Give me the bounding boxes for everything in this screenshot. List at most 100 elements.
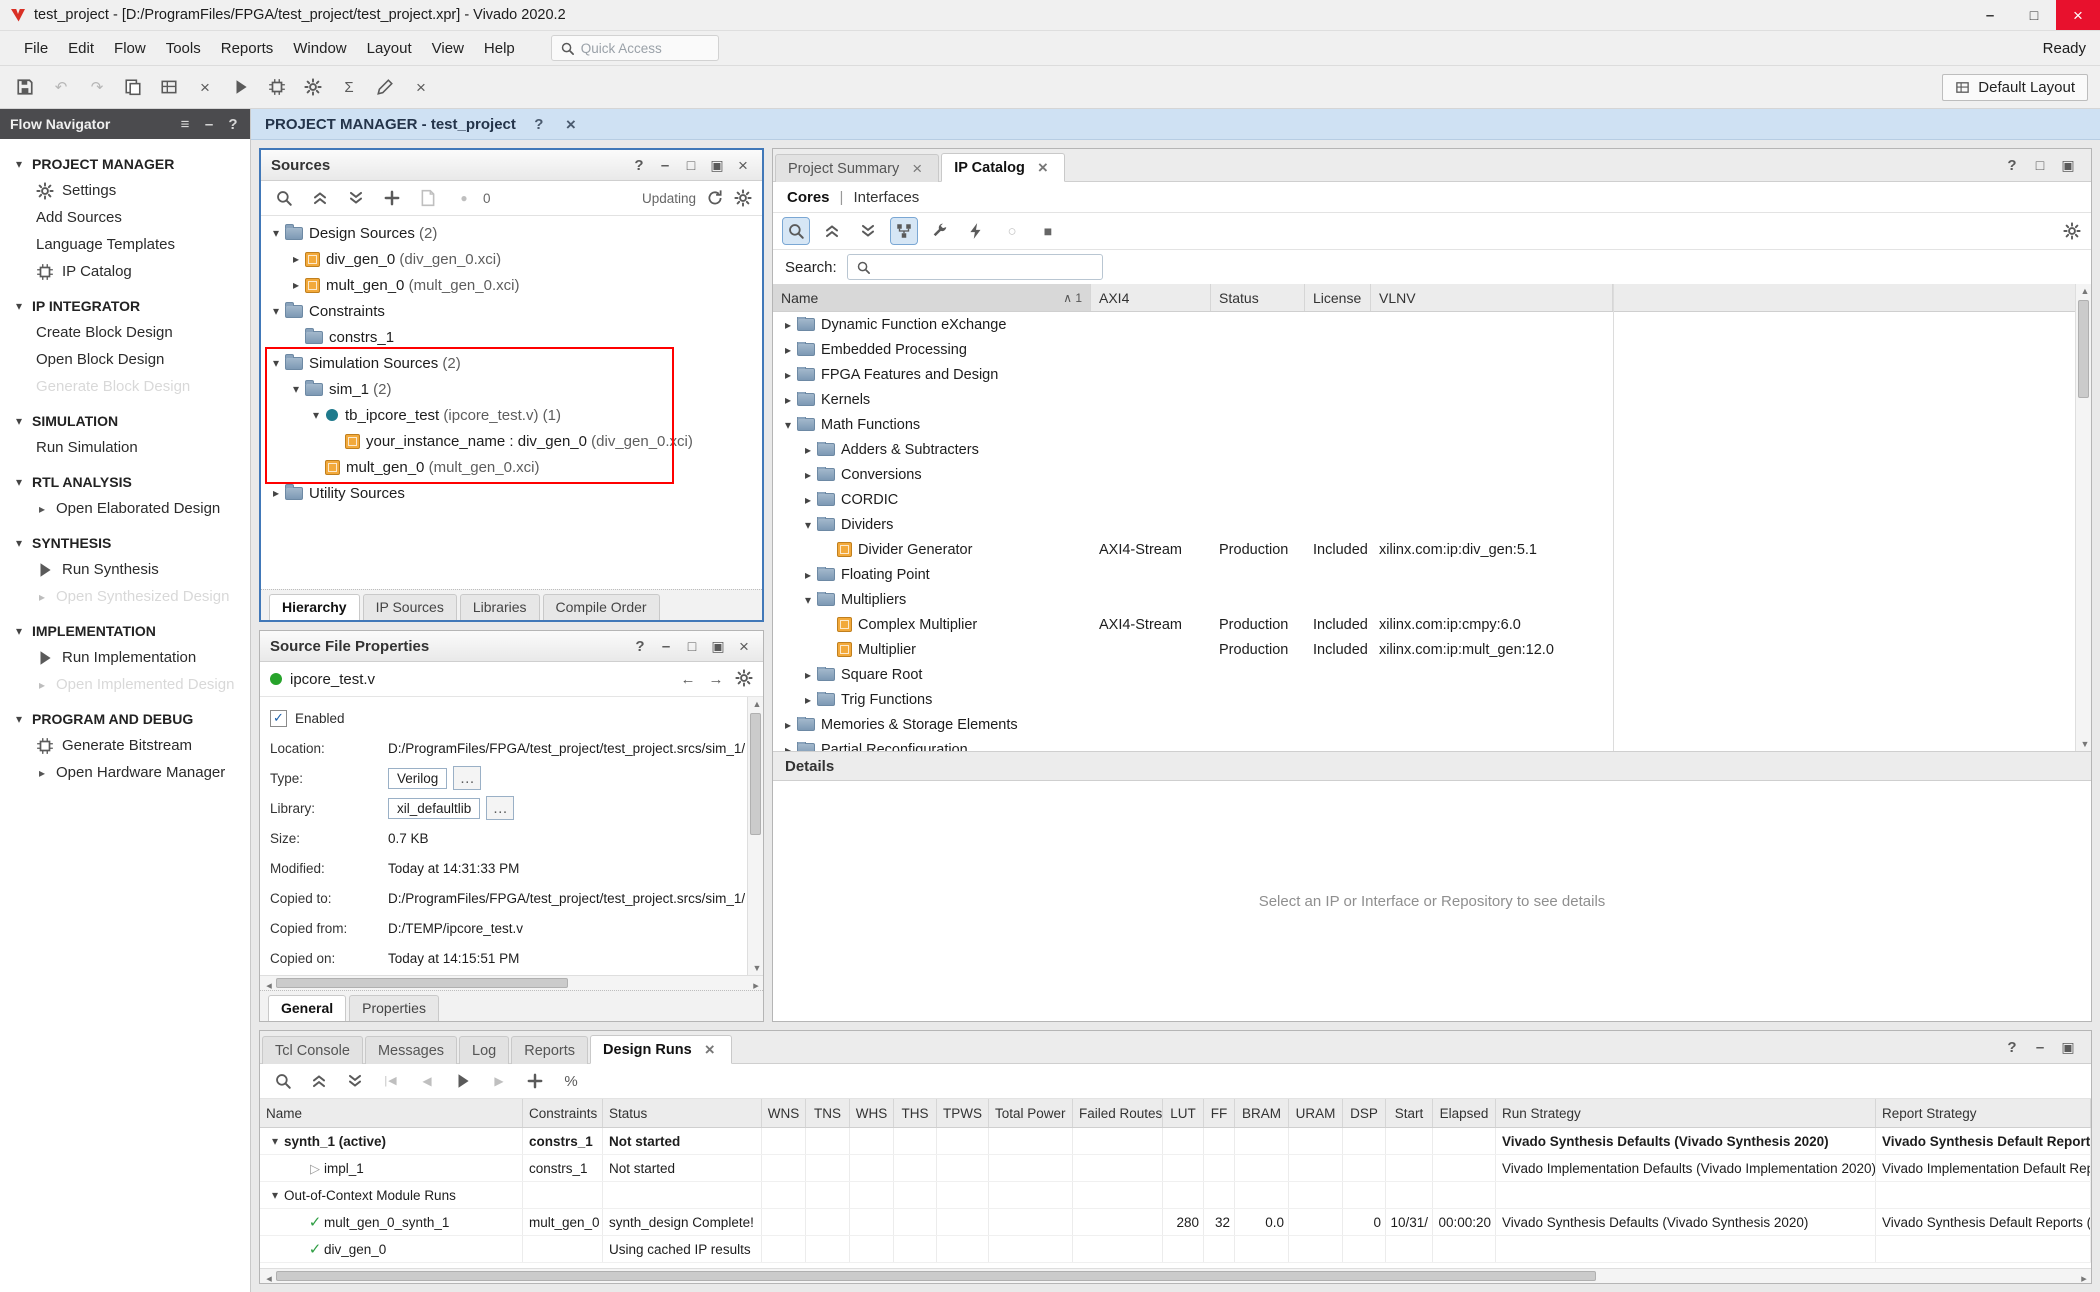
close-icon[interactable] [562,114,580,134]
catalog-row-embedded-processing[interactable]: Embedded Processing [773,337,2091,362]
flow-item-open-implemented-design[interactable]: Open Implemented Design [0,671,250,698]
undo-icon[interactable] [48,74,74,100]
menu-help[interactable]: Help [474,36,525,61]
minimize-icon[interactable] [2031,1037,2049,1057]
delete-icon[interactable] [192,74,218,100]
sources-tab-libraries[interactable]: Libraries [460,594,540,620]
scroll-thumb[interactable] [750,713,761,835]
run-icon[interactable] [450,1068,476,1094]
tree-item-constrs-1[interactable]: constrs_1 [261,324,762,350]
chevron-right-icon[interactable] [779,393,797,407]
column-header-run-strategy[interactable]: Run Strategy [1496,1099,1876,1127]
chevron-down-icon[interactable] [266,1134,284,1148]
property-value-editor[interactable]: xil_defaultlib [388,798,480,819]
help-icon[interactable] [226,114,240,134]
column-header-bram[interactable]: BRAM [1235,1099,1289,1127]
create-run-icon[interactable] [522,1068,548,1094]
tree-item-your-instance-name-div-gen-0[interactable]: your_instance_name : div_gen_0 (div_gen_… [261,428,762,454]
scroll-up-icon[interactable] [2076,284,2091,298]
column-header-lut[interactable]: LUT [1163,1099,1204,1127]
catalog-row-dividers[interactable]: Dividers [773,512,2091,537]
flow-item-language-templates[interactable]: Language Templates [0,231,250,258]
bottom-tab-messages[interactable]: Messages [365,1036,457,1064]
bottom-tab-tcl-console[interactable]: Tcl Console [262,1036,363,1064]
flow-item-generate-block-design[interactable]: Generate Block Design [0,373,250,400]
scroll-thumb[interactable] [276,1271,1596,1281]
tree-item-div-gen-0[interactable]: div_gen_0 (div_gen_0.xci) [261,246,762,272]
ellipsis-button[interactable] [486,796,514,820]
menu-view[interactable]: View [422,36,474,61]
quick-access-input[interactable]: Quick Access [551,35,719,61]
expand-all-icon[interactable] [343,185,369,211]
flow-item-run-implementation[interactable]: Run Implementation [0,644,250,671]
tree-item-mult-gen-0[interactable]: mult_gen_0 (mult_gen_0.xci) [261,454,762,480]
forward-icon[interactable] [707,669,725,689]
copy-icon[interactable] [120,74,146,100]
scroll-thumb[interactable] [2078,300,2089,398]
group-by-category-icon[interactable] [891,218,917,244]
close-icon[interactable] [735,636,753,656]
run-row-div-gen-0[interactable]: div_gen_0Using cached IP results [260,1236,2091,1263]
flow-section-header-synthesis[interactable]: SYNTHESIS [0,530,250,556]
properties-tab-general[interactable]: General [268,995,346,1021]
edit-icon[interactable] [372,74,398,100]
chevron-right-icon[interactable] [799,468,817,482]
properties-tab-properties[interactable]: Properties [349,995,439,1021]
column-header-dsp[interactable]: DSP [1343,1099,1386,1127]
column-header-elapsed[interactable]: Elapsed [1433,1099,1496,1127]
maximize-icon[interactable] [708,155,726,175]
percent-icon[interactable] [558,1068,584,1094]
settings-icon[interactable] [735,669,753,687]
chevron-right-icon[interactable] [799,443,817,457]
settings-icon[interactable] [300,74,326,100]
bottom-tab-design-runs[interactable]: Design Runs [590,1035,732,1064]
refresh-icon[interactable] [706,189,724,207]
sources-tab-ip-sources[interactable]: IP Sources [363,594,457,620]
column-header-failed-routes[interactable]: Failed Routes [1073,1099,1163,1127]
generate-ip-icon[interactable] [963,218,989,244]
help-icon[interactable] [2003,155,2021,175]
maximize-icon[interactable] [2059,155,2077,175]
catalog-row-partial-reconfiguration[interactable]: Partial Reconfiguration [773,737,2091,751]
catalog-row-divider-generator[interactable]: Divider GeneratorAXI4-StreamProductionIn… [773,537,2091,562]
column-header-constraints[interactable]: Constraints [523,1099,603,1127]
save-icon[interactable] [12,74,38,100]
menu-flow[interactable]: Flow [104,36,156,61]
bottom-tab-log[interactable]: Log [459,1036,509,1064]
column-header-ths[interactable]: THS [894,1099,937,1127]
scroll-up-icon[interactable] [748,697,763,711]
scroll-down-icon[interactable] [748,961,763,975]
chevron-right-icon[interactable] [267,486,285,500]
flow-item-open-block-design[interactable]: Open Block Design [0,346,250,373]
flow-item-run-synthesis[interactable]: Run Synthesis [0,556,250,583]
minimize-icon[interactable] [656,155,674,175]
flow-item-settings[interactable]: Settings [0,177,250,204]
catalog-row-square-root[interactable]: Square Root [773,662,2091,687]
stop-icon[interactable] [1035,218,1061,244]
board-icon[interactable] [156,74,182,100]
chevron-right-icon[interactable] [799,668,817,682]
settings-icon[interactable] [2063,222,2081,240]
scroll-down-icon[interactable] [2076,737,2091,751]
chevron-right-icon[interactable] [287,278,305,292]
sources-tab-compile-order[interactable]: Compile Order [543,594,660,620]
settings-icon[interactable] [734,189,752,207]
column-header-whs[interactable]: WHS [850,1099,894,1127]
close-button[interactable] [2056,0,2100,30]
chevron-right-icon[interactable] [779,343,797,357]
column-header-name[interactable]: Name [260,1099,523,1127]
status-dot-icon[interactable] [451,185,477,211]
tree-item-constraints[interactable]: Constraints [261,298,762,324]
tree-item-mult-gen-0[interactable]: mult_gen_0 (mult_gen_0.xci) [261,272,762,298]
run-row-impl-1[interactable]: impl_1constrs_1Not startedVivado Impleme… [260,1155,2091,1182]
bottom-tab-reports[interactable]: Reports [511,1036,588,1064]
close-tab-icon[interactable] [908,159,926,179]
float-icon[interactable] [2031,155,2049,175]
column-header-axi4[interactable]: AXI4 [1091,284,1211,311]
collapse-all-icon[interactable] [306,1068,332,1094]
chevron-down-icon[interactable] [779,418,797,432]
catalog-row-adders-subtracters[interactable]: Adders & Subtracters [773,437,2091,462]
sources-tab-hierarchy[interactable]: Hierarchy [269,594,360,620]
help-icon[interactable] [631,636,649,656]
close-tab-icon[interactable] [1034,158,1052,178]
